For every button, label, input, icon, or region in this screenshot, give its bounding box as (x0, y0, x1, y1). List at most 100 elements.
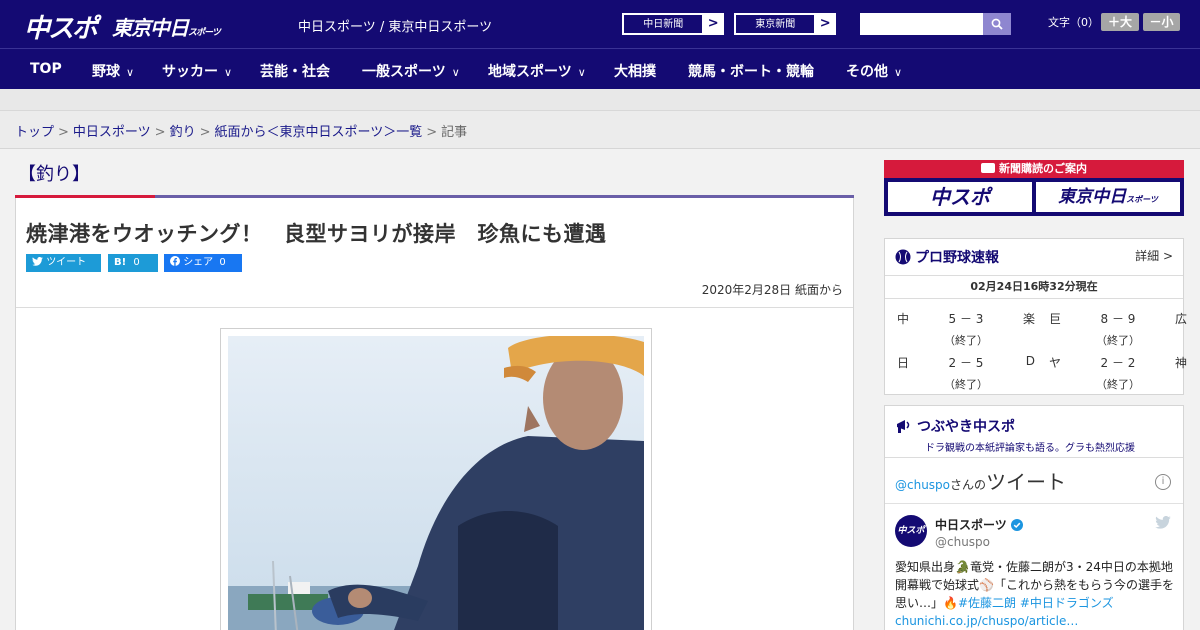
search-input[interactable] (860, 13, 983, 35)
score: 8 － 9 (1100, 312, 1136, 326)
font-larger-button[interactable]: ＋大 (1101, 13, 1139, 31)
search-icon (991, 18, 1003, 30)
hatena-bookmark-button[interactable]: B! 0 (108, 254, 158, 272)
game-score[interactable]: 巨 8 － 9 広 （終了） (1049, 310, 1187, 350)
subscribe-chuspo-logo[interactable]: 中スポ (888, 182, 1032, 212)
baseball-widget: プロ野球速報 詳細 > 02月24日16時32分現在 中 5 － 3 楽 （終了… (884, 238, 1187, 395)
subscribe-heading: 新聞購読のご案内 (884, 160, 1184, 178)
score-timestamp: 02月24日16時32分現在 (885, 275, 1183, 299)
nav-regional-sports[interactable]: 地域スポーツ ∨ (488, 61, 586, 81)
article-date: 2020年2月28日 紙面から (701, 283, 843, 297)
chevron-down-icon: ∨ (894, 66, 903, 79)
subscribe-tokyo-logo[interactable]: 東京中日スポーツ (1036, 182, 1180, 212)
tweet-text: 愛知県出身🐊竜党・佐藤二朗が3・24中日の本拠地開幕戦で始球式⚾「これから熱をも… (895, 558, 1177, 630)
subscribe-heading-text: 新聞購読のご案内 (999, 162, 1087, 175)
breadcrumb-bar: トップ > 中日スポーツ > 釣り > 紙面から＜東京中日スポーツ＞一覧 > 記事 (0, 111, 1200, 149)
twitter-widget-title: つぶやき中スポ (895, 416, 1015, 436)
tokyo-logo-text: 東京中日 (112, 16, 189, 40)
baseball-icon (895, 249, 911, 265)
home-team: 巨 (1049, 312, 1062, 326)
nav-label: 大相撲 (614, 64, 656, 80)
home-team: ヤ (1049, 356, 1062, 370)
breadcrumb-top[interactable]: トップ (15, 125, 54, 140)
tweet-label: ツイート (46, 257, 87, 268)
game-score[interactable]: 中 5 － 3 楽 （終了） (897, 310, 1035, 350)
breadcrumb-separator: > (426, 125, 438, 140)
font-size-label: 文字（0） (1048, 16, 1099, 29)
baseball-details-link[interactable]: 詳細 > (1135, 247, 1173, 264)
article-photo[interactable] (228, 336, 644, 630)
nav-soccer[interactable]: サッカー ∨ (162, 61, 232, 81)
timeline-heading: @chuspoさんのツイート (895, 466, 1066, 495)
nav-label: TOP (30, 61, 62, 77)
tokyo-shimbun-label: 東京新聞 (735, 14, 816, 34)
tweet-author-text: 中日スポーツ (935, 518, 1007, 532)
nav-label: その他 (846, 64, 888, 80)
chevron-right-icon: > (707, 16, 719, 31)
score: 5 － 3 (948, 312, 984, 326)
info-icon[interactable]: i (1155, 474, 1171, 490)
verified-badge-icon (1010, 518, 1023, 531)
subscribe-tokyo-small: スポーツ (1126, 195, 1158, 204)
nav-sumo[interactable]: 大相撲 (614, 61, 656, 81)
twitter-widget-subtitle: ドラ観戦の本紙評論家も語る。グラも熱烈応援 (925, 443, 1135, 454)
nav-other[interactable]: その他 ∨ (846, 61, 902, 81)
chunichi-shimbun-button[interactable]: 中日新聞 > (622, 13, 724, 35)
breadcrumb-current: 記事 (441, 125, 468, 140)
article-divider (16, 307, 853, 308)
breadcrumb-separator: > (154, 125, 166, 140)
home-team: 中 (897, 312, 910, 326)
article-card: 焼津港をウオッチング！ 良型サヨリが接岸 珍魚にも遭遇 ツイート B! 0 シェ… (15, 198, 854, 630)
font-smaller-button[interactable]: －小 (1143, 13, 1180, 31)
twitter-bird-icon (32, 256, 43, 266)
breadcrumb: トップ > 中日スポーツ > 釣り > 紙面から＜東京中日スポーツ＞一覧 > 記事 (15, 121, 467, 140)
avatar[interactable]: 中スポ (895, 515, 927, 547)
top-header: 中スポ 東京中日スポーツ 中日スポーツ / 東京中日スポーツ 中日新聞 > 東京… (0, 0, 1200, 48)
nav-baseball[interactable]: 野球 ∨ (92, 61, 134, 81)
home-team: 日 (897, 356, 910, 370)
game-status: （終了） (1096, 378, 1140, 391)
chuspo-logo[interactable]: 中スポ (24, 8, 98, 45)
newspaper-icon (981, 163, 995, 173)
nav-general-sports[interactable]: 一般スポーツ ∨ (362, 61, 460, 81)
game-score[interactable]: 日 2 － 5 D （終了） (897, 354, 1035, 394)
nav-entertainment[interactable]: 芸能・社会 (260, 61, 330, 81)
tweet-author-name[interactable]: 中日スポーツ (935, 516, 1023, 533)
search-button[interactable] (983, 13, 1011, 35)
chevron-down-icon: ∨ (577, 66, 586, 79)
facebook-share-button[interactable]: シェア 0 (164, 254, 242, 272)
tokyo-chunichi-logo[interactable]: 東京中日スポーツ (112, 12, 221, 41)
game-status: （終了） (944, 378, 988, 391)
nav-racing[interactable]: 競馬・ボート・競輪 (688, 61, 814, 81)
tokyo-shimbun-button[interactable]: 東京新聞 > (734, 13, 836, 35)
tweet-button[interactable]: ツイート (26, 254, 101, 272)
tweet-hashtags[interactable]: #佐藤二朗 #中日ドラゴンズ (958, 596, 1114, 610)
timeline-tweets-label: ツイート (986, 470, 1067, 494)
timeline-handle-link[interactable]: @chuspo (895, 478, 950, 492)
game-status: （終了） (944, 334, 988, 347)
tweet-author-handle[interactable]: @chuspo (935, 535, 990, 549)
site-links[interactable]: 中日スポーツ / 東京中日スポーツ (298, 16, 492, 35)
baseball-title-text: プロ野球速報 (915, 250, 999, 266)
game-score[interactable]: ヤ 2 － 2 神 （終了） (1049, 354, 1187, 394)
breadcrumb-fishing[interactable]: 釣り (170, 125, 196, 140)
away-team: 神 (1174, 356, 1187, 370)
subscribe-banner[interactable]: 新聞購読のご案内 中スポ 東京中日スポーツ (884, 160, 1184, 216)
hatena-count: 0 (133, 257, 140, 268)
embedded-timeline: @chuspoさんのツイート i 中スポ 中日スポーツ @chuspo 愛知県出… (885, 457, 1183, 630)
nav-top[interactable]: TOP (30, 61, 62, 77)
nav-label: 野球 (92, 64, 120, 80)
tweet-link[interactable]: chunichi.co.jp/chuspo/article… (895, 614, 1078, 628)
megaphone-icon (897, 420, 910, 433)
nav-label: 競馬・ボート・競輪 (688, 64, 814, 80)
nav-label: 地域スポーツ (488, 64, 572, 80)
breadcrumb-separator: > (58, 125, 69, 140)
nav-label: サッカー (162, 64, 218, 80)
baseball-widget-title: プロ野球速報 (895, 247, 999, 267)
breadcrumb-chunichi-sports[interactable]: 中日スポーツ (73, 125, 151, 140)
away-team: 楽 (1022, 312, 1035, 326)
article-title: 焼津港をウオッチング！ 良型サヨリが接岸 珍魚にも遭遇 (26, 222, 607, 246)
twitter-bird-icon[interactable] (1155, 516, 1171, 529)
score: 2 － 2 (1100, 356, 1136, 370)
breadcrumb-list[interactable]: 紙面から＜東京中日スポーツ＞一覧 (215, 125, 423, 140)
